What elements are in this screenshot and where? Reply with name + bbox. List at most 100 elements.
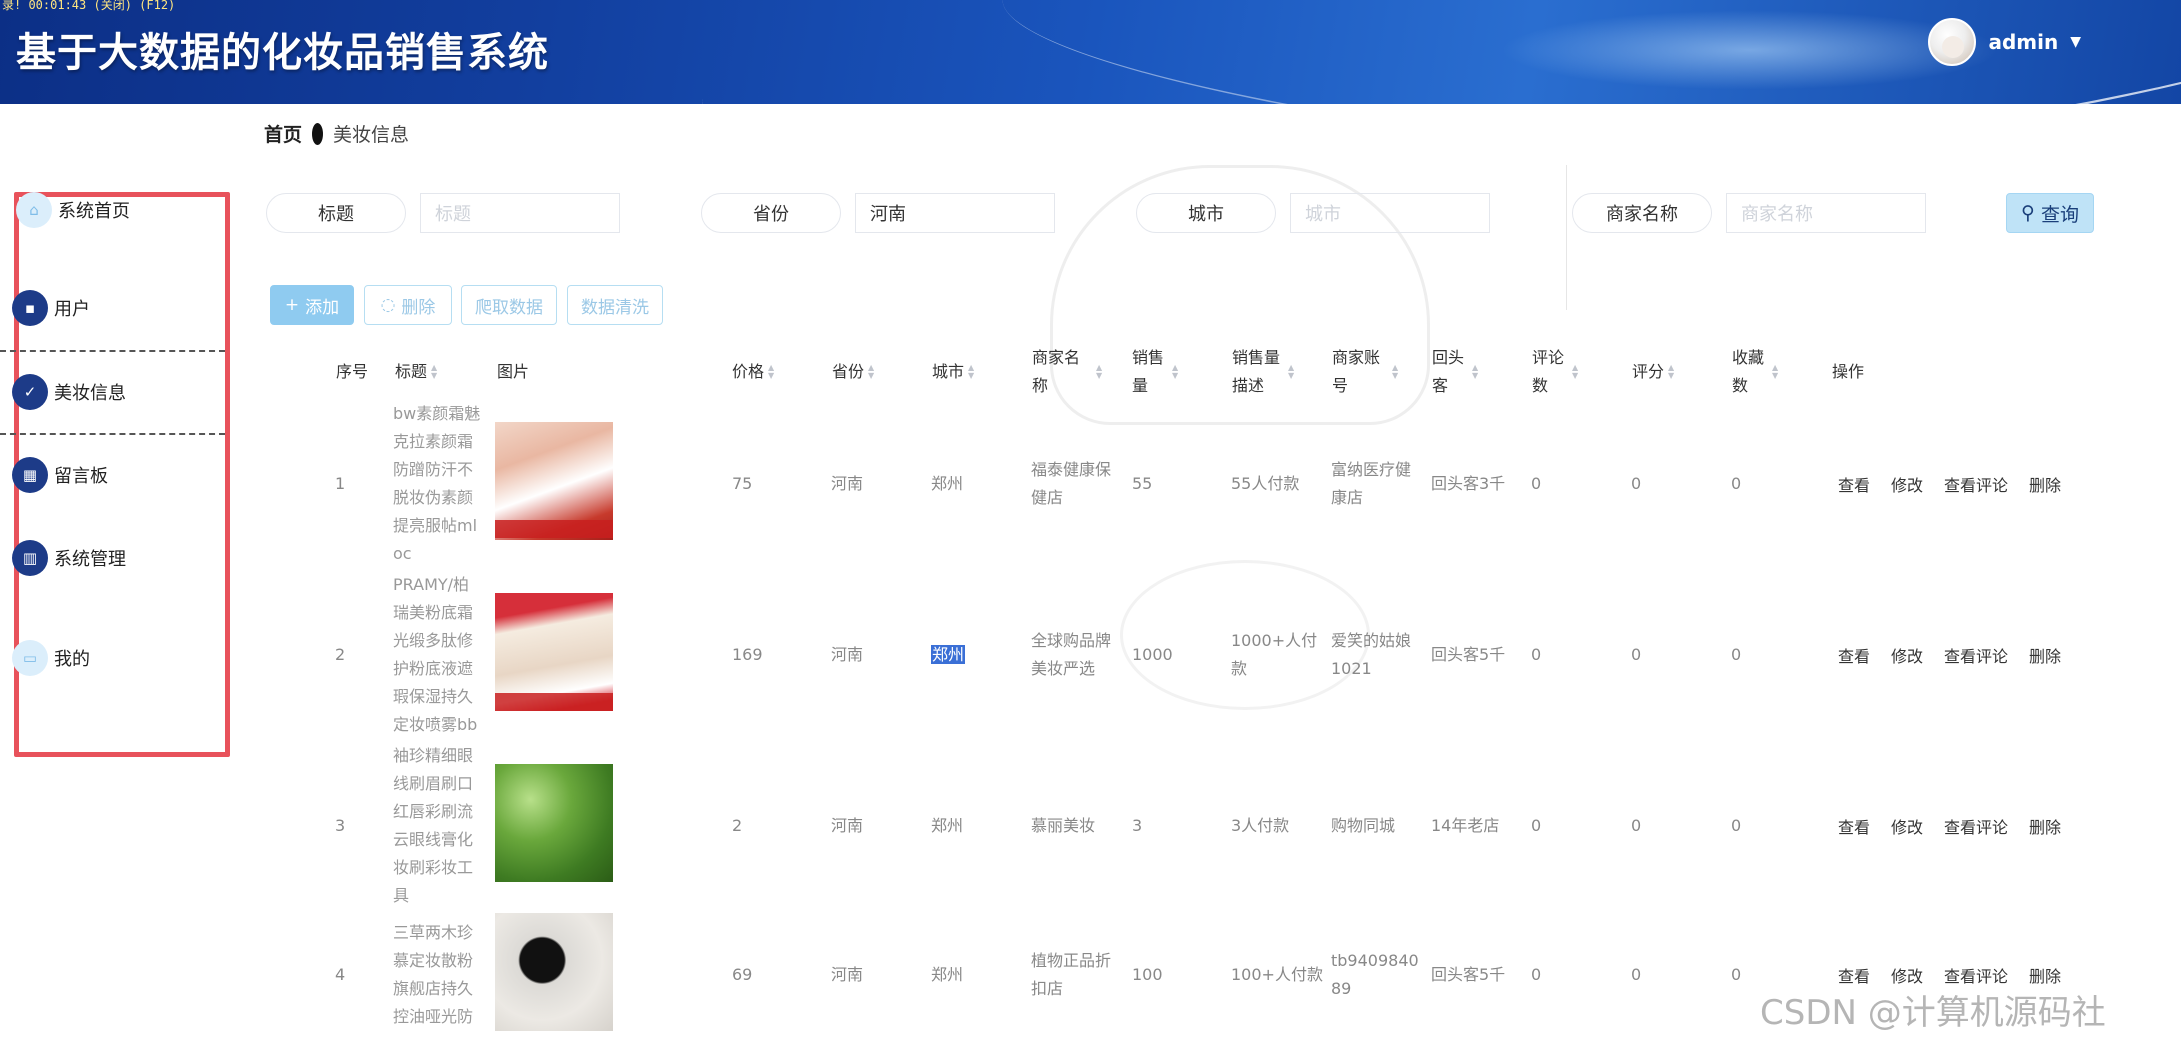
product-image[interactable] [495,593,613,711]
breadcrumb-current: 美妆信息 [333,124,410,146]
cell-favorites: 0 [1731,474,1742,493]
view-comments-button[interactable]: 查看评论 [1944,963,2008,987]
delete-button[interactable]: ◌ 删除 [364,285,452,325]
view-button[interactable]: 查看 [1838,643,1870,667]
province-input[interactable]: 河南 [855,193,1055,233]
cell-account: tb940984089 [1331,951,1419,998]
chevron-down-icon[interactable]: ▼ [2070,34,2081,50]
search-button[interactable]: ⚲ 查询 [2006,193,2094,233]
cell-comments: 0 [1531,474,1542,493]
cell-comments: 0 [1531,965,1542,984]
cell-province: 河南 [831,474,864,493]
clipboard-icon: ✓ [12,374,48,410]
view-comments-button[interactable]: 查看评论 [1944,814,2008,838]
cell-title: bw素颜霜魅克拉素颜霜防蹭防汗不脱妆伪素颜提亮服帖mloc [393,404,481,563]
sort-icon[interactable]: ▲ ▼ [1392,364,1398,380]
column-header-favorites[interactable]: 收藏数 ▲ ▼ [1732,344,1808,400]
cell-repeat: 回头客5千 [1431,645,1506,664]
view-comments-button[interactable]: 查看评论 [1944,472,2008,496]
view-button[interactable]: 查看 [1838,472,1870,496]
cell-price: 169 [732,645,763,664]
sort-icon[interactable]: ▲ ▼ [768,364,774,380]
cell-favorites: 0 [1731,645,1742,664]
city-input[interactable]: 城市 [1290,193,1490,233]
sort-icon[interactable]: ▲ ▼ [1472,364,1478,380]
add-button[interactable]: + 添加 [270,285,354,325]
sort-icon[interactable]: ▲ ▼ [1288,364,1294,380]
cell-favorites: 0 [1731,965,1742,984]
product-image[interactable] [495,764,613,882]
sidebar-item-label: 系统管理 [54,549,126,570]
sort-icon[interactable]: ▲ ▼ [1172,364,1178,380]
view-button[interactable]: 查看 [1838,814,1870,838]
view-button[interactable]: 查看 [1838,963,1870,987]
edit-button[interactable]: 修改 [1891,963,1923,987]
sort-icon[interactable]: ▲ ▼ [1096,364,1102,380]
delete-row-button[interactable]: 删除 [2029,472,2061,496]
column-header-account[interactable]: 商家账号 ▲ ▼ [1332,344,1408,400]
column-header-sales-desc[interactable]: 销售量描述 ▲ ▼ [1232,344,1312,400]
user-menu[interactable]: admin ▼ [1928,18,2081,66]
delete-row-button[interactable]: 删除 [2029,963,2061,987]
cell-city: 郑州 [931,965,964,984]
sort-icon[interactable]: ▲ ▼ [1772,364,1778,380]
column-header-actions: 操作 [1832,362,1865,381]
edit-button[interactable]: 修改 [1891,472,1923,496]
sort-icon[interactable]: ▲ ▼ [868,364,874,380]
sort-icon[interactable]: ▲ ▼ [431,364,437,380]
top-header: 录! 00:01:43 (关闭) (F12) 基于大数据的化妆品销售系统 adm… [0,0,2181,104]
cell-title: 袖珍精细眼线刷眉刷口红唇彩刷流云眼线膏化妆刷彩妆工具 [393,746,474,905]
column-header-comments[interactable]: 评论数 ▲ ▼ [1532,344,1608,400]
sort-icon[interactable]: ▲ ▼ [1572,364,1578,380]
delete-row-button[interactable]: 删除 [2029,643,2061,667]
product-image[interactable] [495,913,613,1031]
column-header-title[interactable]: 标题 ▲ ▼ [395,358,437,386]
cell-account: 爱笑的姑娘1021 [1331,631,1412,678]
title-input-placeholder: 标题 [435,204,471,225]
cell-comments: 0 [1531,645,1542,664]
breadcrumb-home[interactable]: 首页 [264,120,302,147]
grid-icon: ▦ [12,457,48,493]
column-header-city[interactable]: 城市 ▲ ▼ [932,358,974,386]
add-button-label: 添加 [305,297,340,318]
column-header-repeat[interactable]: 回头客 ▲ ▼ [1432,344,1508,400]
crawl-data-button[interactable]: 爬取数据 [461,285,557,325]
cell-sales-desc: 1000+人付款 [1231,631,1318,678]
watermark-text: CSDN @计算机源码社 [1760,993,2106,1033]
cell-score: 0 [1631,816,1642,835]
sidebar-item-message-board[interactable]: ▦ 留言板 [12,457,108,493]
username[interactable]: admin [1988,30,2058,54]
city-input-placeholder: 城市 [1305,204,1341,225]
column-header-score[interactable]: 评分 ▲ ▼ [1632,358,1674,386]
cell-repeat: 回头客3千 [1431,474,1506,493]
column-header-price[interactable]: 价格 ▲ ▼ [732,358,774,386]
sidebar-item-mine[interactable]: ▭ 我的 [12,640,90,676]
edit-button[interactable]: 修改 [1891,814,1923,838]
sidebar-item-system-management[interactable]: ▥ 系统管理 [12,540,126,576]
avatar[interactable] [1928,18,1977,66]
title-input[interactable]: 标题 [420,193,620,233]
view-comments-button[interactable]: 查看评论 [1944,643,2008,667]
sidebar-item-label: 留言板 [54,466,108,487]
cell-no: 4 [335,965,346,984]
sidebar-item-users[interactable]: ▪ 用户 [12,290,90,326]
delete-row-button[interactable]: 删除 [2029,814,2061,838]
cell-merchant: 福泰健康保健店 [1031,460,1112,507]
province-label: 省份 [701,193,841,233]
column-header-merchant[interactable]: 商家名称 ▲ ▼ [1032,344,1108,400]
sidebar-item-home[interactable]: ⌂ 系统首页 [16,192,130,228]
cell-account: 富纳医疗健康店 [1331,460,1412,507]
cell-province: 河南 [831,645,864,664]
clean-data-button[interactable]: 数据清洗 [567,285,663,325]
cell-sales: 1000 [1132,645,1173,664]
column-header-sales[interactable]: 销售量 ▲ ▼ [1132,344,1208,400]
sort-icon[interactable]: ▲ ▼ [968,364,974,380]
sidebar-item-label: 我的 [54,649,90,670]
product-image[interactable] [495,422,613,540]
divider [0,433,225,435]
column-header-province[interactable]: 省份 ▲ ▼ [832,358,874,386]
merchant-input[interactable]: 商家名称 [1726,193,1926,233]
sort-icon[interactable]: ▲ ▼ [1668,364,1674,380]
sidebar-item-beauty-info[interactable]: ✓ 美妆信息 [12,374,126,410]
edit-button[interactable]: 修改 [1891,643,1923,667]
